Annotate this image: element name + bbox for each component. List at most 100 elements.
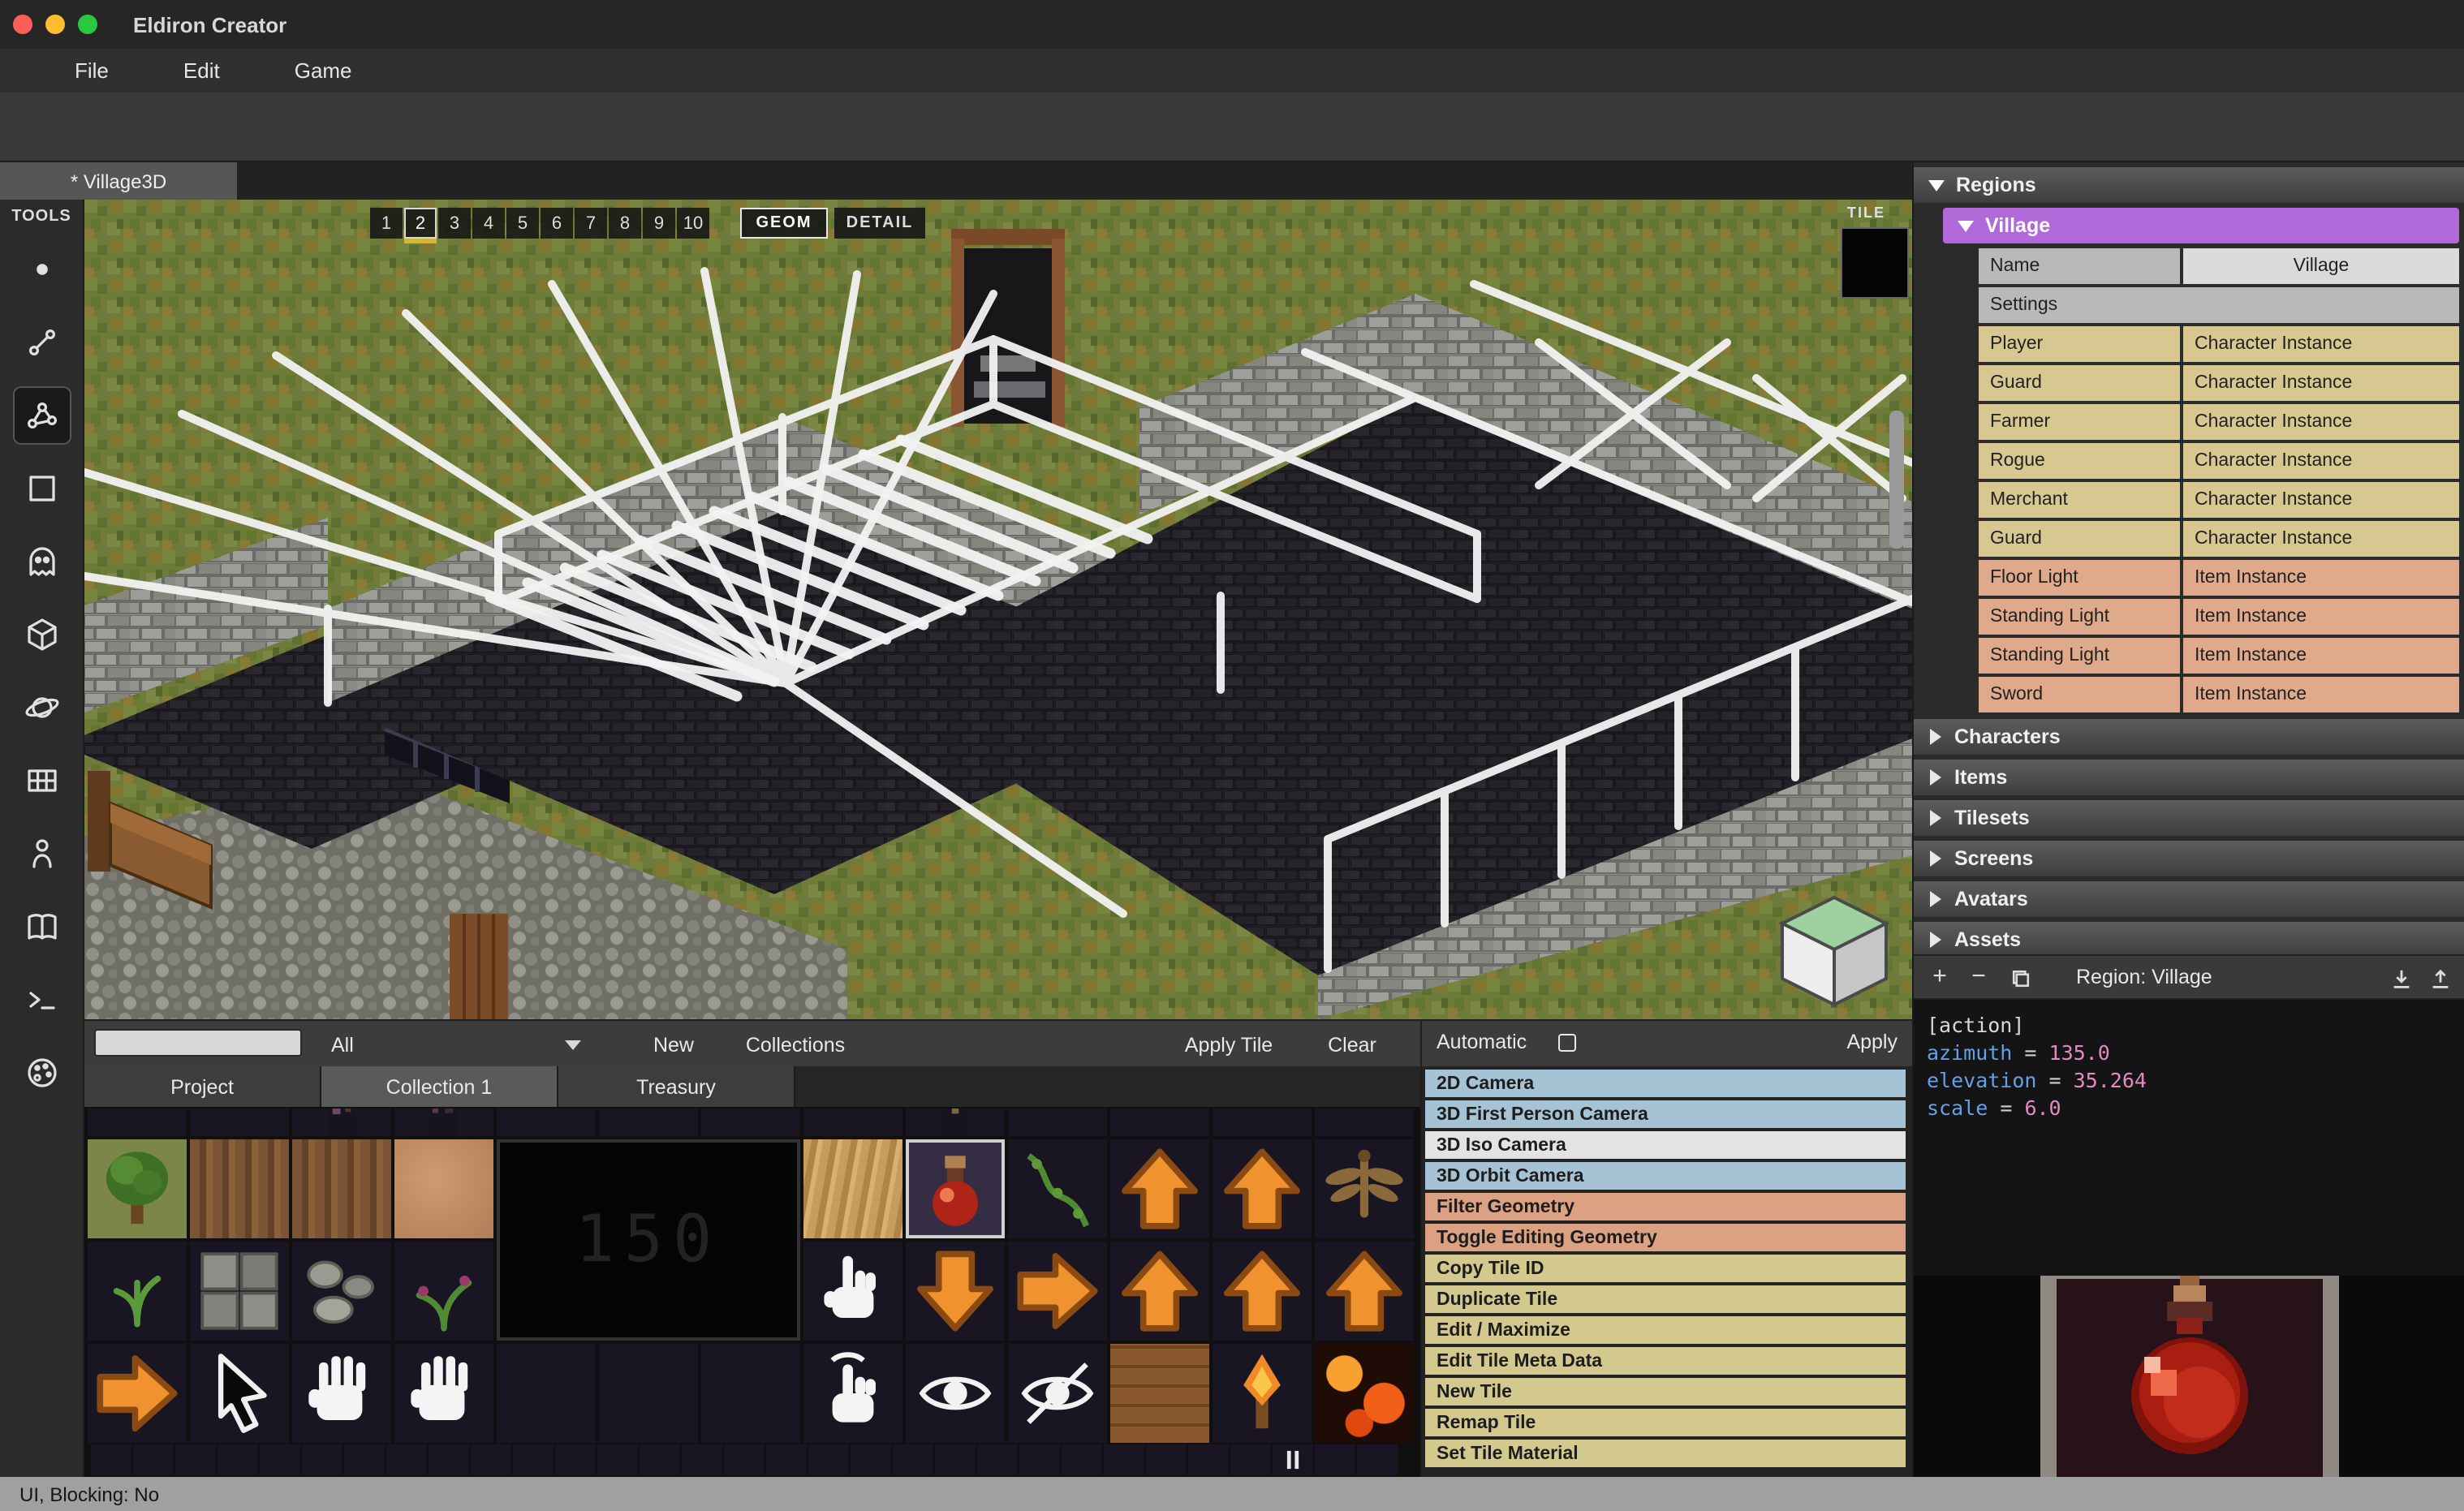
tile-dark[interactable] xyxy=(190,1108,289,1136)
context-item-duplicate-tile[interactable]: Duplicate Tile xyxy=(1425,1285,1906,1313)
property-value-cell[interactable]: Item Instance xyxy=(2183,677,2459,712)
tile-tree[interactable] xyxy=(88,1139,187,1238)
picker-tab-treasury[interactable]: Treasury xyxy=(558,1066,795,1107)
strip-tile-g1[interactable] xyxy=(133,1444,174,1475)
tab-village3d[interactable]: * Village3D xyxy=(0,162,237,200)
context-item-remap-tile[interactable]: Remap Tile xyxy=(1425,1409,1906,1436)
tile-hand-touch[interactable] xyxy=(803,1344,902,1443)
section-avatars[interactable]: Avatars xyxy=(1914,881,2464,917)
property-label-cell[interactable]: Rogue xyxy=(1979,443,2180,479)
property-label-cell[interactable]: Merchant xyxy=(1979,482,2180,518)
tile-bark[interactable] xyxy=(190,1139,289,1238)
strip-tile-g2[interactable] xyxy=(302,1444,342,1475)
layer-3-button[interactable]: 3 xyxy=(438,208,471,239)
layer-2-button[interactable]: 2 xyxy=(404,208,437,239)
layer-5-button[interactable]: 5 xyxy=(506,208,539,239)
strip-tile-g4[interactable] xyxy=(597,1444,638,1475)
strip-tile-dark[interactable] xyxy=(1230,1444,1271,1475)
context-item-2d-camera[interactable]: 2D Camera xyxy=(1425,1070,1906,1097)
region-village-row[interactable]: Village xyxy=(1943,208,2459,243)
clear-button[interactable]: Clear xyxy=(1308,1027,1396,1061)
strip-tile-g2[interactable] xyxy=(175,1444,216,1475)
layer-1-button[interactable]: 1 xyxy=(370,208,403,239)
tile-bark[interactable] xyxy=(292,1139,391,1238)
orbit-tool-button[interactable] xyxy=(13,678,71,737)
tile-dark[interactable] xyxy=(1315,1108,1414,1136)
menu-edit[interactable]: Edit xyxy=(183,58,220,83)
context-item-3d-first-person-camera[interactable]: 3D First Person Camera xyxy=(1425,1100,1906,1128)
strip-tile-g4[interactable] xyxy=(851,1444,891,1475)
property-value-cell[interactable]: Item Instance xyxy=(2183,560,2459,596)
book-tool-button[interactable] xyxy=(13,898,71,956)
geom-mode-button[interactable]: GEOM xyxy=(740,208,828,239)
tile-straw[interactable] xyxy=(803,1139,902,1238)
tile-torch[interactable] xyxy=(1213,1344,1312,1443)
maximize-window-button[interactable] xyxy=(78,15,97,34)
context-item-edit-tile-meta-data[interactable]: Edit Tile Meta Data xyxy=(1425,1347,1906,1375)
tilemap-tool-button[interactable] xyxy=(13,751,71,810)
regions-section-header[interactable]: Regions xyxy=(1914,167,2464,203)
property-label-cell[interactable]: Standing Light xyxy=(1979,638,2180,674)
export-region-button[interactable] xyxy=(2423,967,2456,998)
tile-scrapB[interactable] xyxy=(394,1108,493,1136)
property-label-cell[interactable]: Name xyxy=(1979,248,2180,284)
tile-hand-open[interactable] xyxy=(292,1344,391,1443)
rect-tool-button[interactable] xyxy=(13,459,71,518)
context-item-copy-tile-id[interactable]: Copy Tile ID xyxy=(1425,1255,1906,1282)
duplicate-region-button[interactable] xyxy=(2005,967,2037,997)
cube-tool-button[interactable] xyxy=(13,605,71,664)
tile-search-input[interactable] xyxy=(94,1029,302,1057)
context-item-filter-geometry[interactable]: Filter Geometry xyxy=(1425,1193,1906,1220)
context-item-3d-orbit-camera[interactable]: 3D Orbit Camera xyxy=(1425,1162,1906,1190)
section-characters[interactable]: Characters xyxy=(1914,719,2464,755)
layer-6-button[interactable]: 6 xyxy=(541,208,573,239)
property-label-cell[interactable]: Guard xyxy=(1979,365,2180,401)
strip-tile-pause[interactable] xyxy=(1273,1444,1313,1475)
strip-tile-g1[interactable] xyxy=(893,1444,933,1475)
strip-tile-dark[interactable] xyxy=(1062,1444,1102,1475)
tile-arrow-up[interactable] xyxy=(1315,1242,1414,1341)
tile-dark[interactable] xyxy=(497,1108,596,1136)
viewport[interactable]: GEOM DETAIL TILE 12345678910 xyxy=(84,200,1912,1019)
minimize-window-button[interactable] xyxy=(45,15,65,34)
property-label-cell[interactable]: Standing Light xyxy=(1979,599,2180,635)
tile-dark[interactable] xyxy=(599,1344,698,1443)
strip-tile-g2[interactable] xyxy=(429,1444,469,1475)
tile-scrapC[interactable] xyxy=(906,1108,1005,1136)
layer-7-button[interactable]: 7 xyxy=(575,208,607,239)
tile-arrow-down[interactable] xyxy=(906,1242,1005,1341)
tile-hand-point[interactable] xyxy=(803,1242,902,1341)
tile-filter-dropdown[interactable]: All xyxy=(318,1027,594,1061)
close-window-button[interactable] xyxy=(13,15,32,34)
tile-dark[interactable] xyxy=(88,1108,187,1136)
collections-button[interactable]: Collections xyxy=(721,1027,870,1061)
tile-lava[interactable] xyxy=(1315,1344,1414,1443)
strip-tile-dark[interactable] xyxy=(1315,1444,1355,1475)
property-value-cell[interactable]: Item Instance xyxy=(2183,599,2459,635)
add-region-button[interactable]: + xyxy=(1923,962,1956,990)
tile-dark[interactable] xyxy=(1110,1108,1209,1136)
picker-tab-collection-1[interactable]: Collection 1 xyxy=(321,1066,558,1107)
tile-dark[interactable] xyxy=(497,1344,596,1443)
property-label-cell[interactable]: Player xyxy=(1979,326,2180,362)
code-editor[interactable]: [action]azimuth = 135.0elevation = 35.26… xyxy=(1914,1000,2464,1276)
counter-display-tile[interactable]: 150 xyxy=(497,1139,800,1341)
tile-plant[interactable] xyxy=(88,1242,187,1341)
tile-dark[interactable] xyxy=(1008,1108,1107,1136)
property-value-cell[interactable]: Character Instance xyxy=(2183,404,2459,440)
picker-tab-project[interactable]: Project xyxy=(84,1066,321,1107)
property-label-cell[interactable]: Guard xyxy=(1979,521,2180,557)
tile-arrow-up[interactable] xyxy=(1213,1139,1312,1238)
tile-cursor[interactable] xyxy=(190,1344,289,1443)
layer-10-button[interactable]: 10 xyxy=(677,208,709,239)
strip-tile-g2[interactable] xyxy=(808,1444,849,1475)
section-tilesets[interactable]: Tilesets xyxy=(1914,800,2464,836)
tile-arrow-up[interactable] xyxy=(1110,1139,1209,1238)
strip-tile-black[interactable] xyxy=(91,1444,131,1475)
tile-tan[interactable] xyxy=(394,1139,493,1238)
property-value-cell[interactable]: Character Instance xyxy=(2183,365,2459,401)
tile-eye[interactable] xyxy=(906,1344,1005,1443)
menu-file[interactable]: File xyxy=(75,58,109,83)
tile-dragonfly[interactable] xyxy=(1315,1139,1414,1238)
context-item-toggle-editing-geometry[interactable]: Toggle Editing Geometry xyxy=(1425,1224,1906,1251)
